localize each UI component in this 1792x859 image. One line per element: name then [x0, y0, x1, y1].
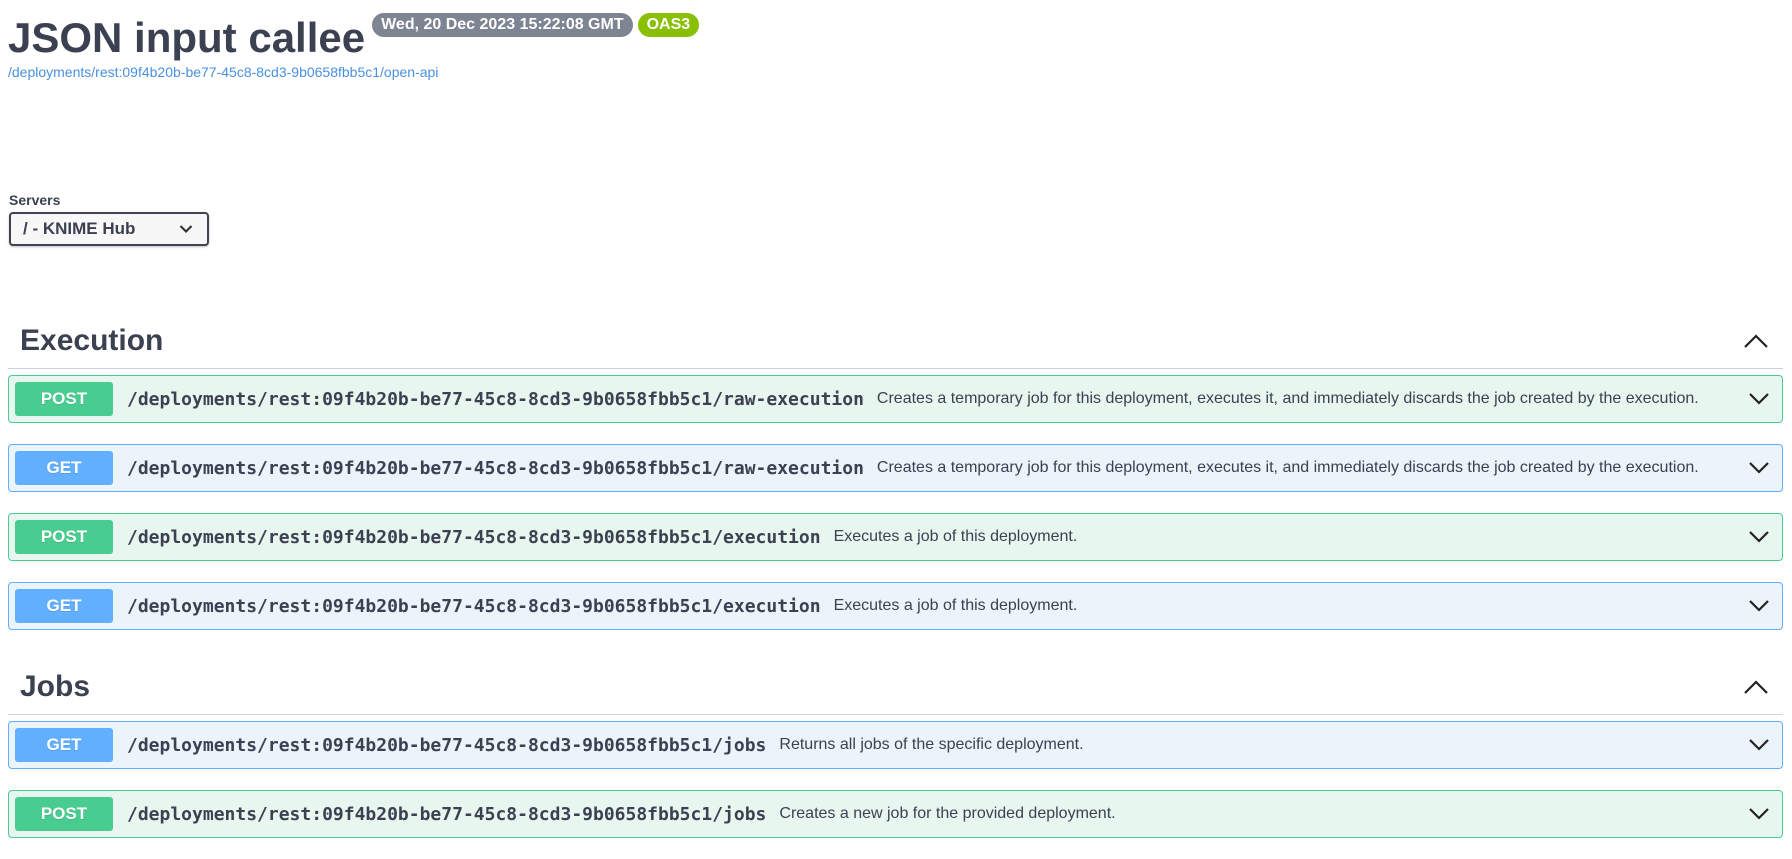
servers-label: Servers — [9, 192, 61, 208]
chevron-down-icon[interactable] — [1746, 524, 1772, 550]
api-info: JSON input callee Wed, 20 Dec 2023 15:22… — [8, 10, 700, 80]
operation-path: /deployments/rest:09f4b20b-be77-45c8-8cd… — [127, 526, 821, 548]
operation-post-jobs[interactable]: POST /deployments/rest:09f4b20b-be77-45c… — [8, 790, 1783, 838]
servers-block: Servers / - KNIME Hub — [9, 192, 209, 246]
method-badge: GET — [15, 589, 113, 623]
method-badge: GET — [15, 728, 113, 762]
spec-url-link[interactable]: /deployments/rest:09f4b20b-be77-45c8-8cd… — [8, 64, 699, 80]
chevron-up-icon[interactable] — [1741, 326, 1771, 356]
chevron-down-icon[interactable] — [1746, 455, 1772, 481]
servers-select[interactable]: / - KNIME Hub — [9, 212, 209, 246]
operation-post-execution[interactable]: POST /deployments/rest:09f4b20b-be77-45c… — [8, 513, 1783, 561]
operation-path: /deployments/rest:09f4b20b-be77-45c8-8cd… — [127, 595, 821, 617]
oas-badge: OAS3 — [637, 13, 700, 37]
chevron-down-icon[interactable] — [1746, 801, 1772, 827]
section-execution: Execution POST /deployments/rest:09f4b20… — [8, 313, 1783, 651]
operation-summary: Creates a new job for the provided deplo… — [779, 805, 1116, 822]
operation-path: /deployments/rest:09f4b20b-be77-45c8-8cd… — [127, 388, 864, 410]
chevron-down-icon[interactable] — [1746, 732, 1772, 758]
operation-summary: Creates a temporary job for this deploym… — [876, 459, 1699, 476]
api-title: JSON input callee — [8, 14, 366, 61]
operation-get-execution[interactable]: GET /deployments/rest:09f4b20b-be77-45c8… — [8, 582, 1783, 630]
chevron-up-icon[interactable] — [1741, 672, 1771, 702]
chevron-down-icon[interactable] — [1746, 593, 1772, 619]
section-title: Execution — [20, 323, 164, 357]
operation-path: /deployments/rest:09f4b20b-be77-45c8-8cd… — [127, 803, 767, 825]
operation-get-jobs[interactable]: GET /deployments/rest:09f4b20b-be77-45c8… — [8, 721, 1783, 769]
operation-summary: Creates a temporary job for this deploym… — [876, 390, 1699, 407]
swagger-ui: JSON input callee Wed, 20 Dec 2023 15:22… — [0, 0, 1792, 857]
chevron-down-icon — [179, 225, 193, 234]
operation-summary: Executes a job of this deployment. — [833, 597, 1078, 614]
version-badge: Wed, 20 Dec 2023 15:22:08 GMT — [372, 13, 633, 37]
chevron-down-icon[interactable] — [1746, 386, 1772, 412]
operation-summary: Executes a job of this deployment. — [833, 528, 1078, 545]
section-jobs: Jobs GET /deployments/rest:09f4b20b-be77… — [8, 659, 1783, 859]
method-badge: POST — [15, 797, 113, 831]
method-badge: POST — [15, 382, 113, 416]
section-header[interactable]: Jobs — [8, 659, 1783, 715]
title-row: JSON input callee Wed, 20 Dec 2023 15:22… — [8, 10, 700, 66]
operation-path: /deployments/rest:09f4b20b-be77-45c8-8cd… — [127, 457, 864, 479]
operation-path: /deployments/rest:09f4b20b-be77-45c8-8cd… — [127, 734, 767, 756]
servers-selected-value: / - KNIME Hub — [23, 219, 136, 238]
method-badge: GET — [15, 451, 113, 485]
operation-get-raw-execution[interactable]: GET /deployments/rest:09f4b20b-be77-45c8… — [8, 444, 1783, 492]
section-title: Jobs — [20, 669, 91, 703]
operation-post-raw-execution[interactable]: POST /deployments/rest:09f4b20b-be77-45c… — [8, 375, 1783, 423]
operation-summary: Returns all jobs of the specific deploym… — [779, 736, 1084, 753]
section-header[interactable]: Execution — [8, 313, 1783, 369]
method-badge: POST — [15, 520, 113, 554]
